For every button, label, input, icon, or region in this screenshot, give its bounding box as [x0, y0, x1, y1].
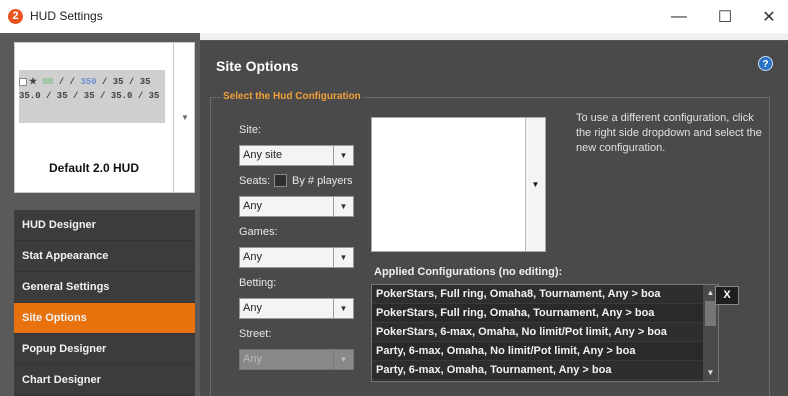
site-label: Site:: [239, 124, 262, 136]
applied-configurations-list[interactable]: PokerStars, Full ring, Omaha8, Tournamen…: [371, 284, 719, 382]
preview-bb: BB: [42, 77, 54, 87]
configuration-select[interactable]: ▼: [371, 117, 546, 252]
hud-name: Default 2.0 HUD: [48, 161, 140, 175]
title-bar: 2 HUD Settings — ☐ ✕: [0, 0, 788, 33]
star-icon: ★: [29, 77, 43, 87]
betting-select[interactable]: Any ▼: [239, 298, 354, 319]
hud-config-group: Select the Hud Configuration Site: Any s…: [210, 91, 770, 396]
scroll-down-icon[interactable]: ▼: [703, 365, 718, 380]
games-select[interactable]: Any ▼: [239, 247, 354, 268]
chevron-down-icon: ▼: [333, 299, 353, 318]
maximize-button[interactable]: ☐: [702, 0, 748, 33]
preview-sep: / /: [53, 77, 81, 87]
app-icon: 2: [8, 9, 23, 24]
list-item[interactable]: PokerStars, 6-max, Omaha, No limit/Pot l…: [372, 323, 702, 342]
close-button[interactable]: ✕: [746, 0, 788, 33]
seats-label: Seats:: [239, 175, 271, 187]
chevron-down-icon: ▼: [333, 350, 353, 369]
chevron-down-icon: ▼: [333, 197, 353, 216]
games-label: Games:: [239, 226, 278, 238]
hud-preview: ★ BB / / 350 / 35 / 35 35.0 / 35 / 35 / …: [19, 70, 165, 123]
sidebar-item-site-options[interactable]: Site Options: [14, 303, 195, 334]
list-item[interactable]: Party, 6-max, Omaha, Tournament, Any > b…: [372, 361, 702, 380]
site-select[interactable]: Any site ▼: [239, 145, 354, 166]
remove-configuration-button[interactable]: X: [715, 286, 739, 305]
sidebar-item-popup-designer[interactable]: Popup Designer: [14, 334, 195, 365]
hud-preview-row2: 35.0 / 35 / 35 / 35.0 / 35 / M /: [19, 91, 165, 101]
minimize-icon: —: [671, 7, 687, 25]
hud-selector[interactable]: ★ BB / / 350 / 35 / 35 35.0 / 35 / 35 / …: [14, 42, 195, 193]
betting-select-value: Any: [243, 302, 262, 314]
close-icon: ✕: [762, 8, 776, 26]
by-players-label: By # players: [292, 175, 353, 187]
list-item[interactable]: Party, 6-max, Omaha, No limit/Pot limit,…: [372, 342, 702, 361]
chevron-down-icon: ▼: [333, 248, 353, 267]
chevron-down-icon: ▼: [333, 146, 353, 165]
sidebar-item-general-settings[interactable]: General Settings: [14, 272, 195, 303]
seats-select-value: Any: [243, 200, 262, 212]
sidebar-nav: HUD Designer Stat Appearance General Set…: [14, 210, 195, 396]
window-title: HUD Settings: [30, 9, 103, 23]
main-panel: Site Options ? Select the Hud Configurat…: [200, 40, 788, 396]
list-item[interactable]: PokerStars, Full ring, Omaha8, Tournamen…: [372, 285, 702, 304]
site-select-value: Any site: [243, 149, 283, 161]
street-select: Any ▼: [239, 349, 354, 370]
configuration-hint: To use a different configuration, click …: [576, 112, 762, 154]
help-icon[interactable]: ?: [758, 56, 773, 71]
preview-checkbox-icon: [19, 77, 27, 86]
betting-label: Betting:: [239, 277, 277, 289]
list-item[interactable]: PokerStars, Full ring, Omaha, Tournament…: [372, 304, 702, 323]
applied-configurations-label: Applied Configurations (no editing):: [374, 266, 563, 278]
hud-selector-divider: [173, 43, 174, 192]
seats-select[interactable]: Any ▼: [239, 196, 354, 217]
chevron-down-icon[interactable]: ▼: [181, 113, 189, 122]
street-select-value: Any: [243, 353, 262, 365]
maximize-icon: ☐: [717, 8, 733, 26]
group-title: Select the Hud Configuration: [221, 91, 363, 102]
minimize-button[interactable]: —: [656, 0, 702, 33]
street-label: Street:: [239, 328, 272, 340]
sidebar-item-chart-designer[interactable]: Chart Designer: [14, 365, 195, 396]
hud-preview-row1: ★ BB / / 350 / 35 / 35: [19, 77, 151, 87]
page-title: Site Options: [216, 58, 299, 74]
sidebar-item-hud-designer[interactable]: HUD Designer: [14, 210, 195, 241]
preview-tail: / 35 / 35: [96, 77, 151, 87]
games-select-value: Any: [243, 251, 262, 263]
sidebar-item-stat-appearance[interactable]: Stat Appearance: [14, 241, 195, 272]
chevron-down-icon[interactable]: ▼: [525, 118, 545, 251]
preview-blue-stat: 350: [80, 77, 97, 87]
by-players-checkbox[interactable]: [274, 174, 287, 187]
